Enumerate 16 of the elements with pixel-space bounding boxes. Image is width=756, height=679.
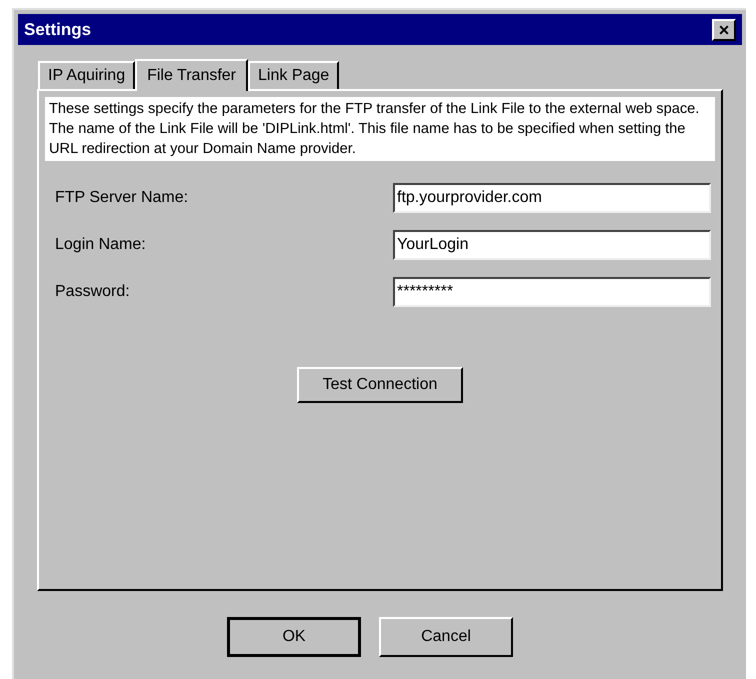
tab[interactable]: Link Page: [248, 61, 340, 89]
field-label: FTP Server Name:: [55, 188, 188, 208]
dialog-button[interactable]: Cancel: [379, 617, 513, 657]
input-field[interactable]: ftp.yourprovider.com: [393, 183, 711, 213]
tab[interactable]: File Transfer: [135, 59, 248, 91]
dialog-button[interactable]: OK: [227, 617, 361, 657]
test-connection-button[interactable]: Test Connection: [297, 367, 463, 403]
tab[interactable]: IP Aquiring: [38, 61, 136, 89]
field-label: Password:: [55, 282, 130, 302]
close-button[interactable]: ×: [712, 18, 736, 40]
description-text: These settings specify the parameters for the FTP transfer of the Link File to the external web space.: [49, 100, 700, 119]
input-field[interactable]: YourLogin: [393, 230, 711, 260]
field-label: Login Name:: [55, 235, 146, 255]
description-text: The name of the Link File will be 'DIPLink.html'. This file name has to be specified when setting the URL redirection at your Domain Name provider.: [49, 120, 686, 159]
window-title: Settings: [24, 18, 92, 41]
input-field[interactable]: *********: [393, 277, 711, 307]
